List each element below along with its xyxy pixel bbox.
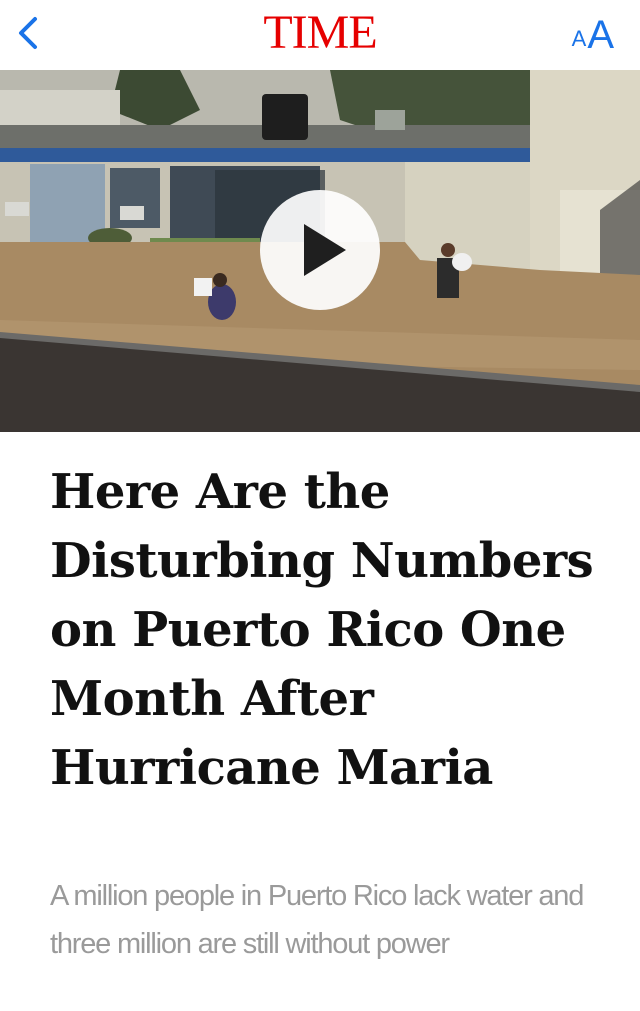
- text-size-button[interactable]: A A: [572, 8, 614, 58]
- top-bar: TIME A A: [0, 0, 640, 70]
- text-size-small-glyph: A: [571, 26, 587, 51]
- play-button[interactable]: [260, 190, 380, 310]
- play-icon: [304, 224, 346, 276]
- text-size-large-glyph: A: [587, 13, 614, 57]
- time-logo[interactable]: TIME: [0, 4, 640, 62]
- video-player[interactable]: [0, 70, 640, 432]
- article-headline: Here Are the Disturbing Numbers on Puert…: [50, 464, 594, 796]
- article-subhead: A million people in Puerto Rico lack wat…: [50, 880, 584, 960]
